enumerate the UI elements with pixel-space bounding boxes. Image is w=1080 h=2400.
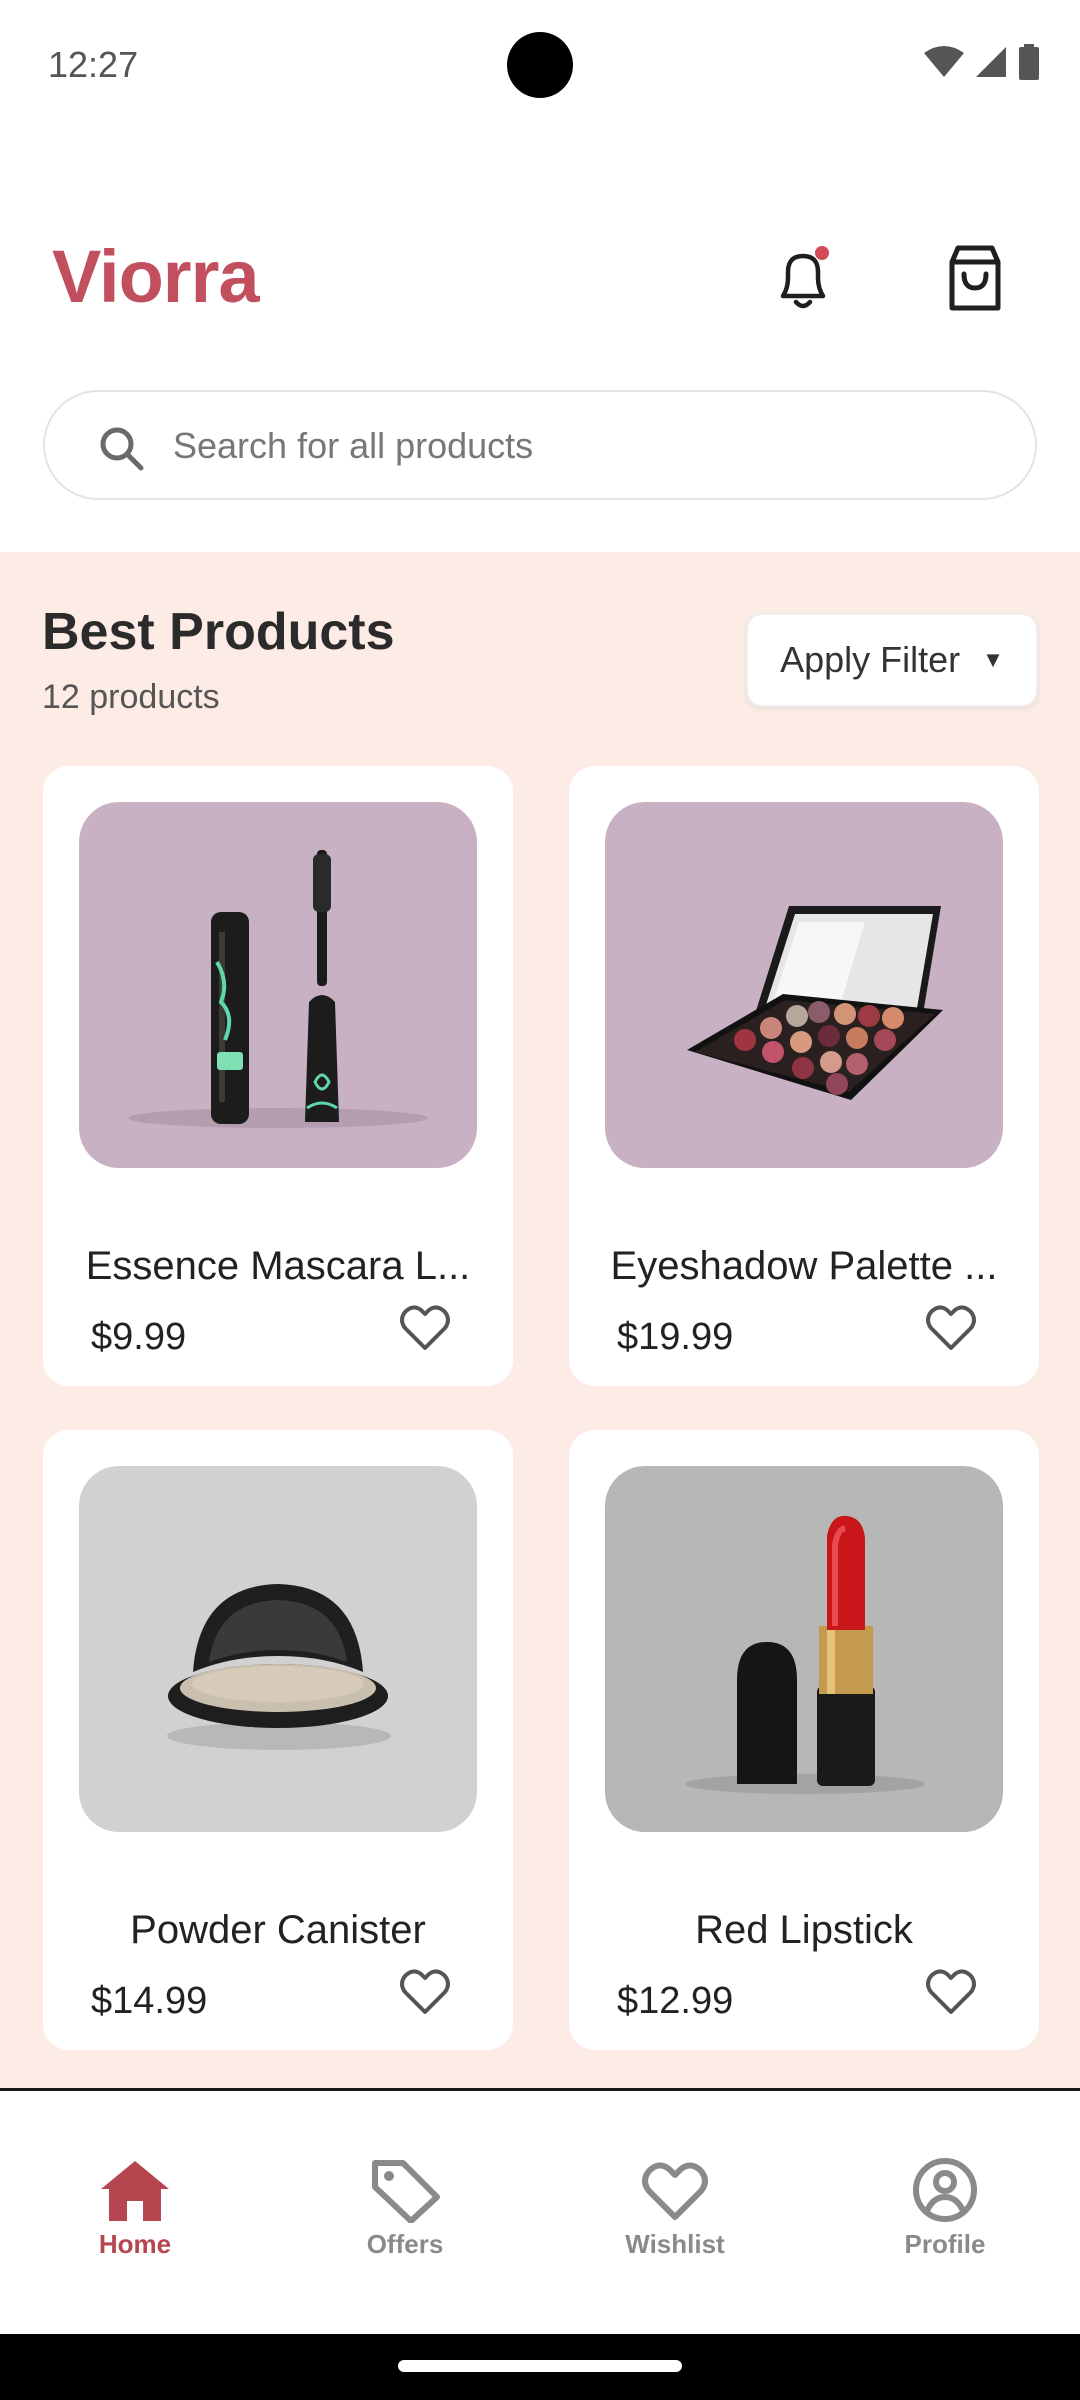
product-image: [605, 802, 1003, 1168]
heart-icon: [642, 2162, 708, 2220]
product-name: Essence Mascara L...: [85, 1244, 471, 1288]
notification-dot: [815, 246, 829, 260]
product-price: $19.99: [617, 1316, 734, 1358]
product-card[interactable]: Eyeshadow Palette ... $19.99: [569, 766, 1039, 1386]
home-gesture-handle[interactable]: [398, 2360, 682, 2372]
powder-compact-image: [167, 1584, 391, 1750]
brand-logo: Viorra: [52, 235, 260, 318]
notifications-button[interactable]: [770, 244, 836, 316]
nav-home[interactable]: Home: [35, 2157, 235, 2287]
nav-wishlist[interactable]: Wishlist: [575, 2157, 775, 2287]
nav-label: Offers: [366, 2229, 444, 2259]
app-header: Viorra: [0, 132, 1080, 552]
nav-label: Wishlist: [625, 2229, 725, 2259]
user-circle-icon: [913, 2158, 977, 2222]
heart-icon[interactable]: [397, 1964, 453, 2020]
status-time: 12:27: [48, 44, 139, 85]
mascara-image: [128, 850, 428, 1128]
products-section: Best Products 12 products Apply Filter ▼…: [0, 552, 1080, 2088]
apply-filter-button[interactable]: Apply Filter ▼: [746, 613, 1038, 707]
filter-label: Apply Filter: [780, 639, 961, 680]
product-count: 12 products: [42, 678, 220, 716]
product-price: $9.99: [91, 1316, 187, 1358]
cart-button[interactable]: [942, 242, 1008, 314]
eyeshadow-palette-image: [687, 906, 943, 1100]
status-bar: 12:27: [0, 0, 1080, 132]
status-icons: [924, 44, 1040, 80]
signal-icon: [976, 47, 1006, 77]
battery-icon: [1019, 44, 1039, 80]
caret-down-icon: ▼: [982, 647, 1004, 672]
nav-label: Home: [98, 2229, 172, 2259]
search-icon: [100, 427, 144, 471]
product-card[interactable]: Essence Mascara L... $9.99: [43, 766, 513, 1386]
heart-icon[interactable]: [397, 1300, 453, 1356]
tag-icon: [372, 2160, 440, 2223]
section-title: Best Products: [42, 603, 395, 661]
bottom-navigation: Home Offers Wishlist Profile: [0, 2088, 1080, 2334]
product-name: Powder Canister: [130, 1908, 426, 1952]
shopping-bag-icon: [949, 245, 1001, 311]
product-image: [79, 1466, 477, 1832]
heart-icon[interactable]: [923, 1964, 979, 2020]
front-camera: [507, 32, 573, 98]
search-input[interactable]: [173, 420, 993, 472]
product-name: Eyeshadow Palette ...: [610, 1244, 998, 1288]
product-image: [605, 1466, 1003, 1832]
system-gesture-bar: [0, 2334, 1080, 2400]
lipstick-image: [685, 1515, 925, 1794]
home-icon: [101, 2161, 169, 2221]
product-card[interactable]: Red Lipstick $12.99: [569, 1430, 1039, 2050]
nav-offers[interactable]: Offers: [305, 2157, 505, 2287]
heart-icon[interactable]: [923, 1300, 979, 1356]
nav-label: Profile: [904, 2229, 986, 2259]
search-bar[interactable]: [43, 390, 1037, 500]
product-name: Red Lipstick: [695, 1908, 913, 1952]
product-card[interactable]: Powder Canister $14.99: [43, 1430, 513, 2050]
bell-icon: [780, 246, 829, 309]
product-price: $14.99: [91, 1980, 208, 2022]
wifi-icon: [924, 46, 964, 77]
nav-profile[interactable]: Profile: [845, 2157, 1045, 2287]
product-price: $12.99: [617, 1980, 734, 2022]
product-image: [79, 802, 477, 1168]
